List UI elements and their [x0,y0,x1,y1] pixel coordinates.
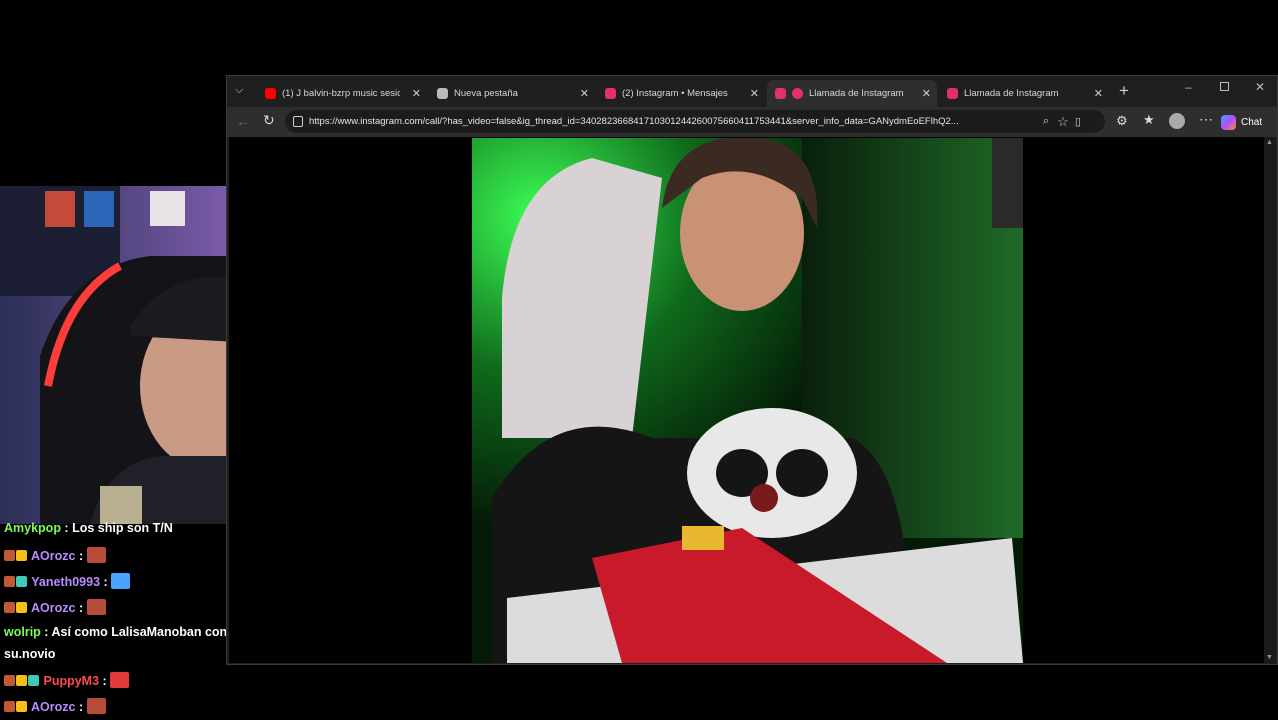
chat-text: Los ship son T/N [72,521,173,535]
chat-username: AOrozc [31,549,76,563]
copilot-icon [1221,114,1236,130]
tab-title: Llamada de Instagram [809,88,904,99]
minimize-button[interactable]: – [1185,80,1192,94]
chat-message: AOrozc : [4,698,106,714]
chat-emote-icon [86,599,106,615]
more-menu-icon[interactable]: ⋯ [1199,111,1213,128]
tab-list-chevron-icon[interactable]: ⌵ [235,84,243,97]
instagram-call-video [472,138,1023,663]
url-text[interactable]: https://www.instagram.com/call/?has_vide… [309,116,1033,127]
chat-badge-icon [16,602,27,613]
scroll-down-icon[interactable]: ▼ [1266,654,1273,661]
tab-bar: ⌵ (1) J balvin-bzrp music sesions ✕ Nueva … [227,76,1277,107]
chat-message: wolrip : Así como LalisaManoban con [4,625,227,639]
chat-badge-icon [4,550,15,561]
tab-2[interactable]: Nueva pestaña ✕ [429,80,595,107]
chat-badge-icon [16,550,27,561]
new-tab-button[interactable]: + [1119,81,1129,101]
tab-3[interactable]: (2) Instagram • Mensajes ✕ [597,80,765,107]
chat-text: su.novio [4,647,56,661]
chat-badge-icon [4,675,15,686]
chat-badge-icon [4,576,15,587]
chat-message: su.novio [4,647,55,661]
favorite-star-icon[interactable]: ☆ [1057,114,1069,130]
chat-separator: : [75,700,87,714]
chat-emote-icon [86,547,106,563]
profile-avatar-icon[interactable] [1169,113,1185,129]
page-icon [437,88,448,99]
zoom-icon[interactable]: ⌕ [1043,115,1049,128]
favorites-icon[interactable]: ★ [1143,112,1155,128]
chat-message: Yaneth0993 : [4,573,131,589]
tab-close-icon[interactable]: ✕ [922,87,931,100]
chat-username: wolrip [4,625,41,639]
address-bar-row: ← ↻ https://www.instagram.com/call/?has_… [227,107,1277,137]
video-call-image [472,138,1023,663]
chat-username: Amykpop [4,521,61,535]
browser-window: ⌵ (1) J balvin-bzrp music sesions ✕ Nueva … [226,75,1278,665]
tab-title: Nueva pestaña [454,88,518,99]
tab-title: (2) Instagram • Mensajes [622,88,728,99]
tab-close-icon[interactable]: ✕ [580,87,589,100]
scroll-up-icon[interactable]: ▲ [1266,139,1273,146]
instagram-icon [775,88,786,99]
instagram-icon [605,88,616,99]
refresh-button[interactable]: ↻ [263,112,275,129]
chat-separator: : [60,521,73,535]
tab-close-icon[interactable]: ✕ [750,87,759,100]
tab-5[interactable]: Llamada de Instagram ✕ [939,80,1109,107]
tab-1[interactable]: (1) J balvin-bzrp music sesions ✕ [257,80,427,107]
chat-badge-icon [16,675,27,686]
chat-text: Así como LalisaManoban con [51,625,228,639]
chat-label: Chat [1241,116,1263,128]
chat-separator: : [99,674,111,688]
chat-separator: : [40,625,52,639]
page-scrollbar[interactable]: ▲ ▼ [1264,137,1275,663]
recording-icon [792,88,803,99]
chat-emote-icon [86,698,106,714]
chat-emote-icon [111,573,131,589]
tab-close-icon[interactable]: ✕ [1094,87,1103,100]
chat-username: AOrozc [31,601,76,615]
close-window-button[interactable]: ✕ [1255,80,1265,94]
copilot-chat-button[interactable]: Chat [1221,111,1262,133]
restore-button[interactable] [1220,82,1229,91]
chat-username: Yaneth0993 [31,575,101,589]
chat-separator: : [100,575,112,589]
read-aloud-icon[interactable]: ▯ [1075,115,1081,128]
chat-badge-icon [4,701,15,712]
chat-message: AOrozc : [4,547,106,563]
chat-emote-icon [110,672,130,688]
chat-username: PuppyM3 [43,674,100,688]
tab-close-icon[interactable]: ✕ [412,87,421,100]
chat-message: Amykpop : Los ship son T/N [4,521,173,535]
address-bar[interactable]: https://www.instagram.com/call/?has_vide… [285,110,1105,133]
page-content [229,137,1264,663]
chat-separator: : [75,549,87,563]
instagram-icon [947,88,958,99]
chat-badge-icon [16,701,27,712]
tab-title: (1) J balvin-bzrp music sesions [282,88,400,99]
youtube-icon [265,88,276,99]
chat-message: AOrozc : [4,599,106,615]
chat-separator: : [75,601,87,615]
chat-badge-icon [4,602,15,613]
back-button[interactable]: ← [236,113,250,129]
tab-title: Llamada de Instagram [964,88,1059,99]
chat-username: AOrozc [31,700,76,714]
site-info-icon[interactable] [293,116,303,127]
chat-badge-icon [16,576,27,587]
tab-4[interactable]: Llamada de Instagram ✕ [767,80,937,107]
chat-badge-icon [28,675,39,686]
extensions-icon[interactable]: ⚙ [1116,113,1128,129]
chat-message: PuppyM3 : [4,672,130,688]
